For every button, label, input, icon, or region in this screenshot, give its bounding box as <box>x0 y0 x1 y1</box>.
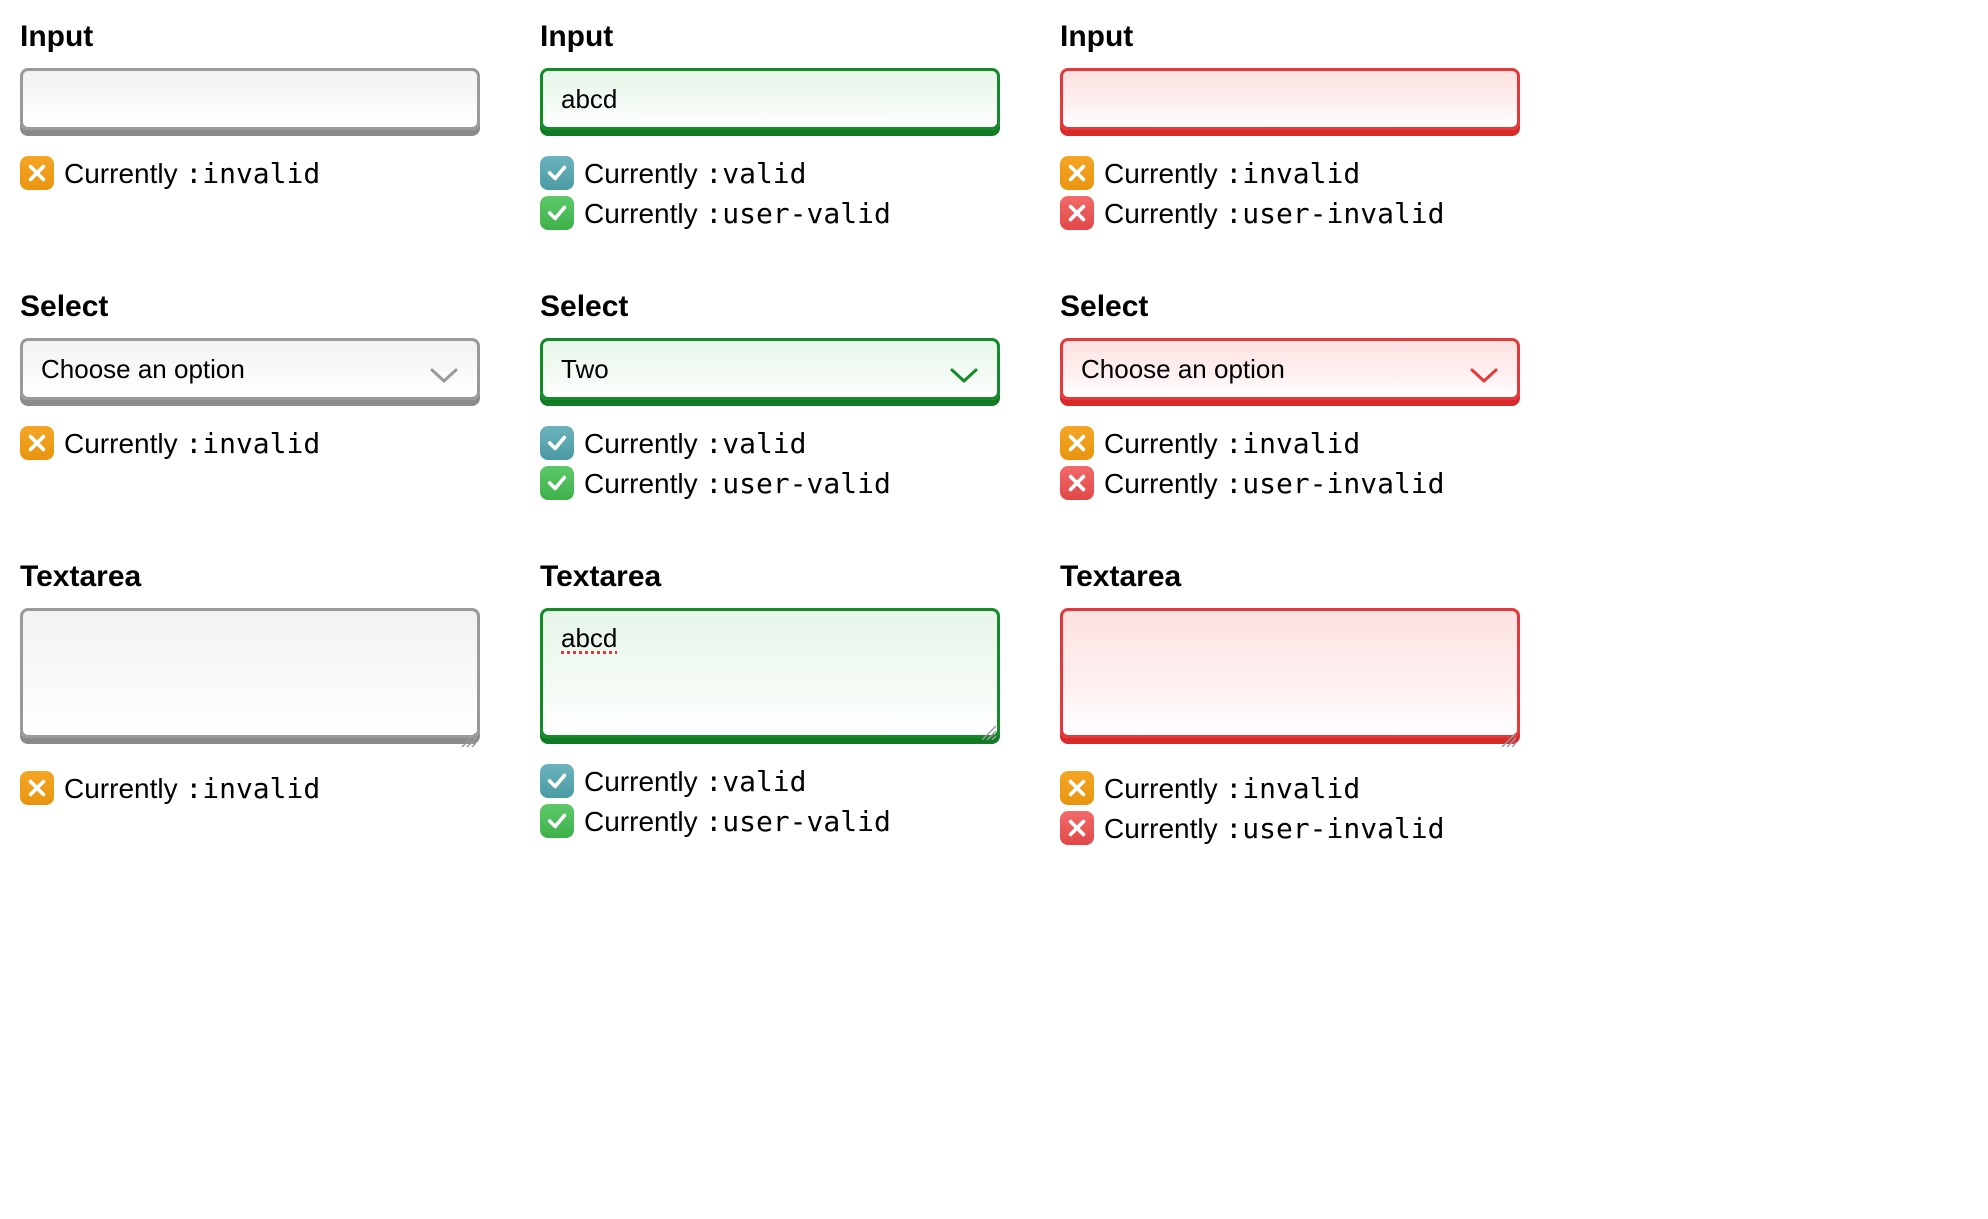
status-text: Currently :user-valid <box>584 197 891 230</box>
x-icon <box>1060 426 1094 460</box>
status-text: Currently :invalid <box>1104 772 1360 805</box>
x-icon <box>1060 156 1094 190</box>
status-text: Currently :user-valid <box>584 805 891 838</box>
status-user-invalid: Currently :user-invalid <box>1060 196 1520 230</box>
cell-textarea-invalid: Textarea Currently :invalid Currently :u… <box>1060 560 1520 845</box>
x-icon <box>20 771 54 805</box>
chevron-down-icon <box>949 360 979 378</box>
select-valid[interactable]: Two <box>540 338 1000 400</box>
status-text: Currently :invalid <box>64 427 320 460</box>
cell-input-valid: Input Currently :valid Currently :user-v… <box>540 20 1000 230</box>
status-text: Currently :valid <box>584 157 807 190</box>
label-textarea: Textarea <box>540 560 1000 594</box>
status-valid: Currently :valid <box>540 156 1000 190</box>
demo-grid: Input Currently :invalid Input Currently… <box>20 20 1520 845</box>
status-user-valid: Currently :user-valid <box>540 804 1000 838</box>
textarea-valid[interactable]: abcd <box>540 608 1000 738</box>
status-user-invalid: Currently :user-invalid <box>1060 466 1520 500</box>
status-list: Currently :invalid Currently :user-inval… <box>1060 771 1520 845</box>
label-select: Select <box>540 290 1000 324</box>
x-icon <box>20 426 54 460</box>
status-text: Currently :invalid <box>1104 427 1360 460</box>
status-text: Currently :invalid <box>64 772 320 805</box>
check-icon <box>540 156 574 190</box>
status-user-invalid: Currently :user-invalid <box>1060 811 1520 845</box>
status-text: Currently :invalid <box>64 157 320 190</box>
label-input: Input <box>1060 20 1520 54</box>
input-invalid[interactable] <box>1060 68 1520 130</box>
status-user-valid: Currently :user-valid <box>540 196 1000 230</box>
cell-input-invalid: Input Currently :invalid Currently :user… <box>1060 20 1520 230</box>
x-icon <box>20 156 54 190</box>
status-valid: Currently :valid <box>540 426 1000 460</box>
cell-textarea-neutral: Textarea Currently :invalid <box>20 560 480 845</box>
textarea-wrapper: abcd <box>540 608 1000 738</box>
status-list: Currently :valid Currently :user-valid <box>540 764 1000 838</box>
select-value: Choose an option <box>1081 354 1469 385</box>
x-icon <box>1060 811 1094 845</box>
cell-select-valid: Select Two Currently :valid Currently :u… <box>540 290 1000 500</box>
chevron-down-icon <box>1469 360 1499 378</box>
status-list: Currently :valid Currently :user-valid <box>540 156 1000 230</box>
select-value: Two <box>561 354 949 385</box>
check-icon <box>540 764 574 798</box>
x-icon <box>1060 771 1094 805</box>
status-text: Currently :user-invalid <box>1104 197 1445 230</box>
cell-input-neutral: Input Currently :invalid <box>20 20 480 230</box>
status-text: Currently :user-valid <box>584 467 891 500</box>
status-list: Currently :valid Currently :user-valid <box>540 426 1000 500</box>
status-list: Currently :invalid <box>20 156 480 190</box>
status-user-valid: Currently :user-valid <box>540 466 1000 500</box>
textarea-invalid[interactable] <box>1060 608 1520 738</box>
textarea-content: abcd <box>561 623 617 653</box>
label-textarea: Textarea <box>1060 560 1520 594</box>
textarea-wrapper <box>20 608 480 745</box>
input-neutral[interactable] <box>20 68 480 130</box>
status-text: Currently :valid <box>584 765 807 798</box>
status-text: Currently :user-invalid <box>1104 812 1445 845</box>
x-icon <box>1060 196 1094 230</box>
status-text: Currently :invalid <box>1104 157 1360 190</box>
chevron-down-icon <box>429 360 459 378</box>
select-value: Choose an option <box>41 354 429 385</box>
cell-select-neutral: Select Choose an option Currently :inval… <box>20 290 480 500</box>
label-select: Select <box>20 290 480 324</box>
check-icon <box>540 466 574 500</box>
textarea-neutral[interactable] <box>20 608 480 738</box>
status-invalid: Currently :invalid <box>1060 771 1520 805</box>
status-list: Currently :invalid <box>20 771 480 805</box>
label-input: Input <box>540 20 1000 54</box>
x-icon <box>1060 466 1094 500</box>
status-invalid: Currently :invalid <box>20 156 480 190</box>
status-text: Currently :user-invalid <box>1104 467 1445 500</box>
status-text: Currently :valid <box>584 427 807 460</box>
label-input: Input <box>20 20 480 54</box>
select-neutral[interactable]: Choose an option <box>20 338 480 400</box>
label-select: Select <box>1060 290 1520 324</box>
check-icon <box>540 426 574 460</box>
check-icon <box>540 196 574 230</box>
status-list: Currently :invalid Currently :user-inval… <box>1060 156 1520 230</box>
status-invalid: Currently :invalid <box>1060 426 1520 460</box>
input-valid[interactable] <box>540 68 1000 130</box>
cell-textarea-valid: Textarea abcd Currently :valid Currently… <box>540 560 1000 845</box>
textarea-wrapper <box>1060 608 1520 745</box>
status-list: Currently :invalid Currently :user-inval… <box>1060 426 1520 500</box>
label-textarea: Textarea <box>20 560 480 594</box>
select-invalid[interactable]: Choose an option <box>1060 338 1520 400</box>
status-invalid: Currently :invalid <box>20 426 480 460</box>
status-list: Currently :invalid <box>20 426 480 460</box>
check-icon <box>540 804 574 838</box>
status-invalid: Currently :invalid <box>1060 156 1520 190</box>
status-valid: Currently :valid <box>540 764 1000 798</box>
status-invalid: Currently :invalid <box>20 771 480 805</box>
cell-select-invalid: Select Choose an option Currently :inval… <box>1060 290 1520 500</box>
